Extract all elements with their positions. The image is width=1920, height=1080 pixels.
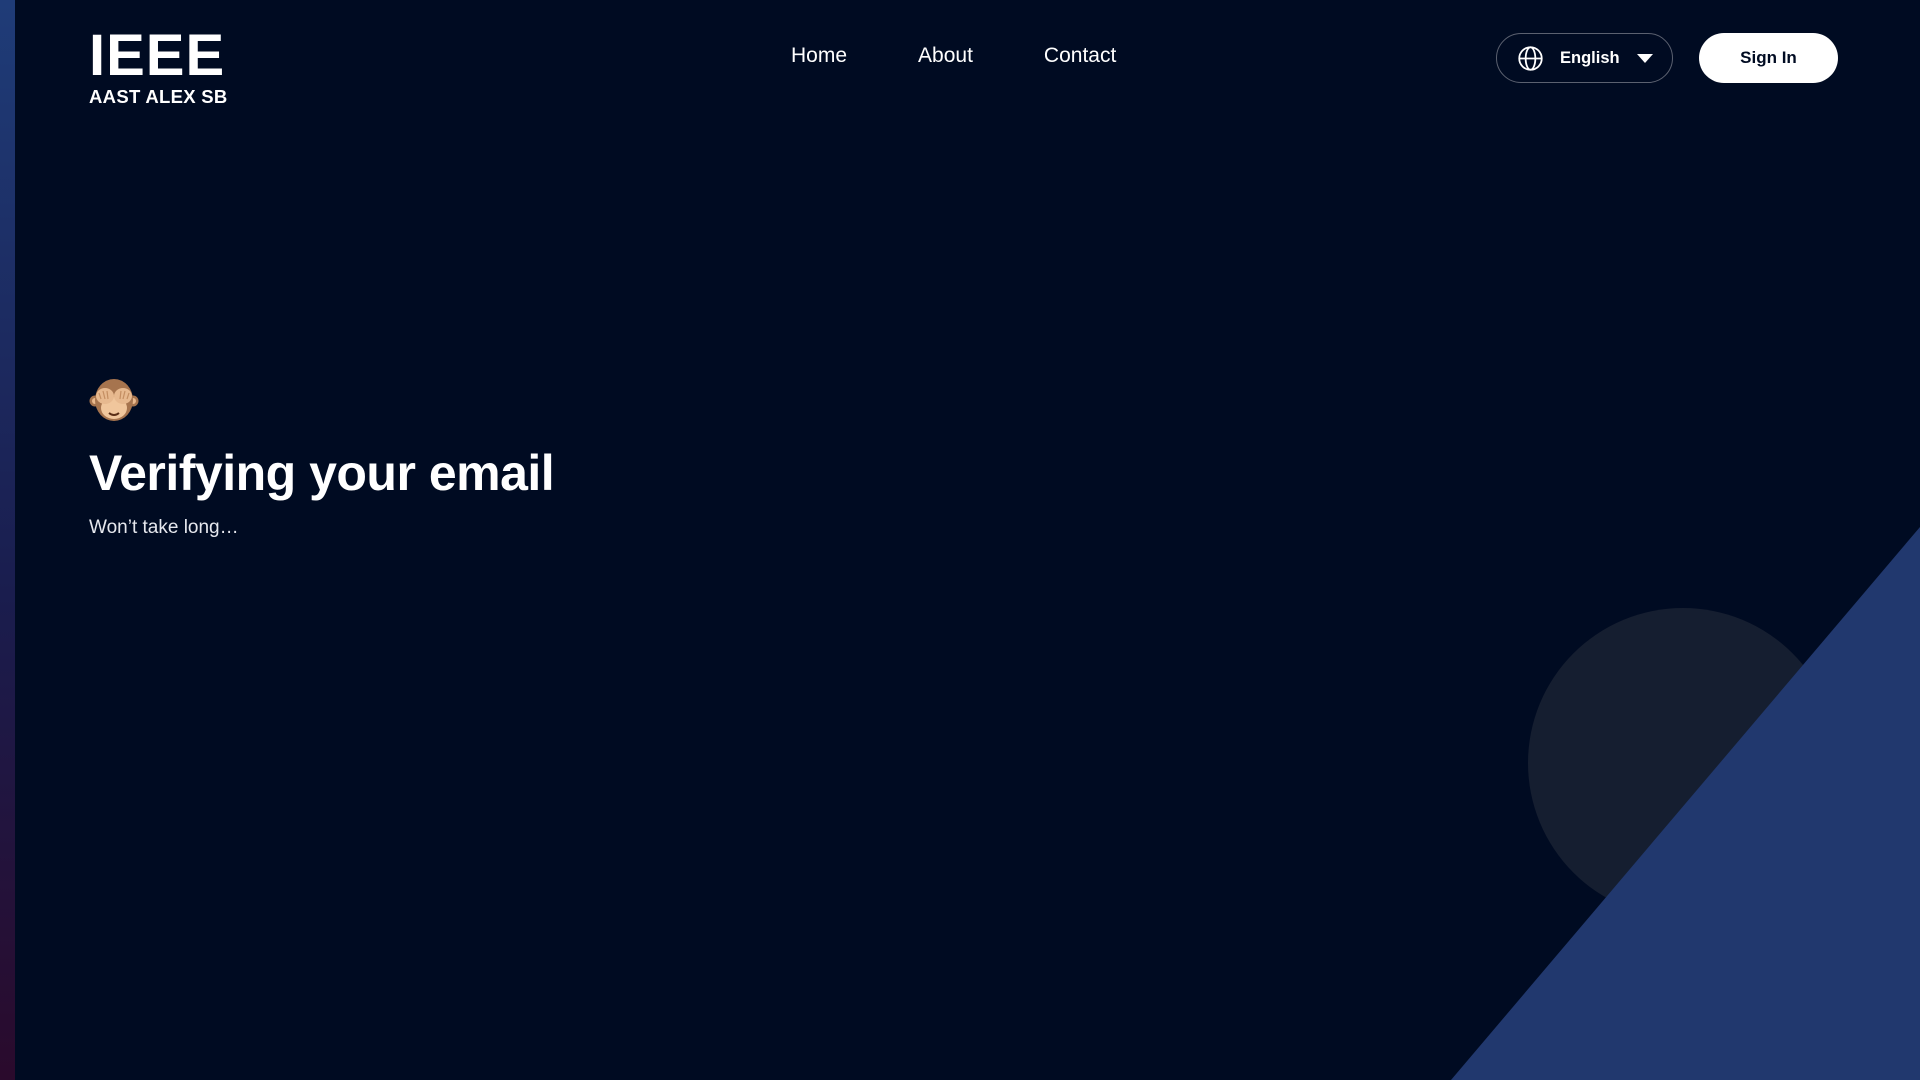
nav-contact-link[interactable]: Contact [1044,44,1116,68]
left-edge-strip [0,0,15,1080]
page-title: Verifying your email [89,445,555,501]
decorative-triangle [1451,527,1920,1080]
page-subtitle: Won’t take long… [89,517,239,538]
nav-about-link[interactable]: About [918,44,973,68]
language-selector[interactable]: English [1496,33,1673,83]
decorative-circle [1528,608,1838,918]
language-label: English [1560,48,1620,67]
see-no-evil-monkey-icon [89,379,139,421]
nav-home-link[interactable]: Home [791,44,847,68]
globe-icon [1518,45,1543,71]
logo-subtitle: AAST ALEX SB [89,86,228,107]
logo-wordmark: IEEE [89,23,226,88]
decorative-background-shapes [1451,527,1920,1080]
site-logo[interactable]: IEEE AAST ALEX SB [89,23,228,107]
main-nav: Home About Contact [791,44,1116,68]
page: IEEE AAST ALEX SB Home About Contact Eng… [0,0,1920,1080]
chevron-down-icon [1636,54,1653,63]
sign-in-button[interactable]: Sign In [1699,33,1838,83]
